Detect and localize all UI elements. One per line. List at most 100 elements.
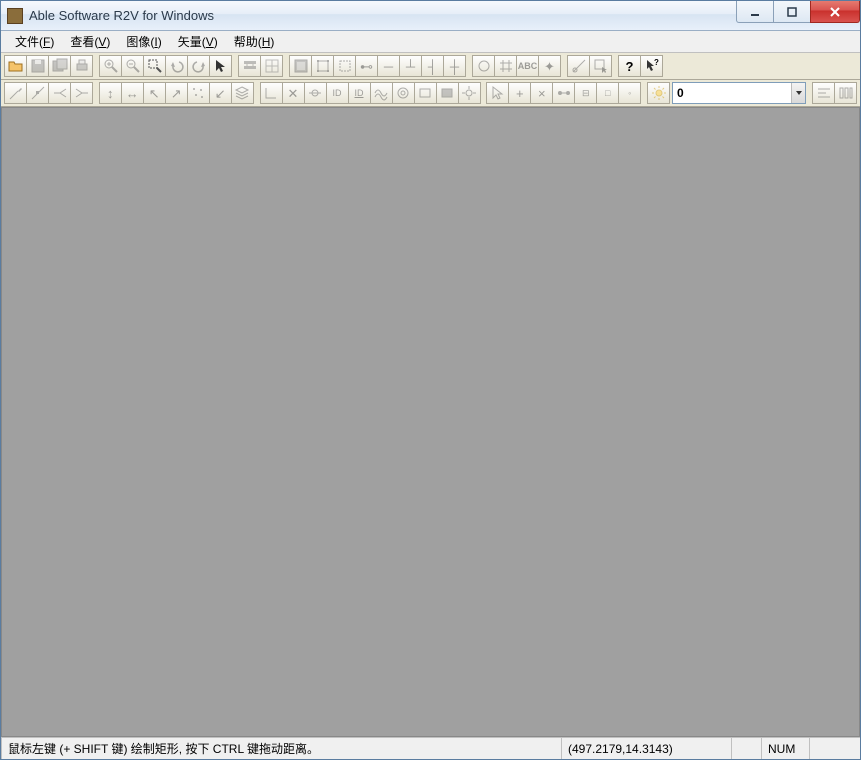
hash-icon <box>498 58 514 74</box>
menu-vector[interactable]: 矢量(V) <box>170 31 226 52</box>
circle-tool-button[interactable] <box>472 55 495 77</box>
minimize-button[interactable] <box>736 1 774 23</box>
grid-settings-button[interactable] <box>260 55 283 77</box>
node-end-button[interactable]: ┤ <box>421 55 444 77</box>
layer-panel-button[interactable] <box>289 55 312 77</box>
id2-icon: ID <box>355 89 364 98</box>
help-icon: ? <box>626 60 634 73</box>
redo-button[interactable] <box>187 55 210 77</box>
grid-tool-button[interactable] <box>494 55 517 77</box>
polyline-left-button[interactable] <box>48 82 71 104</box>
layer-combo-input[interactable] <box>673 83 791 103</box>
through-icon <box>307 85 323 101</box>
break-point-button[interactable]: ⊟ <box>574 82 597 104</box>
zoom-region-icon <box>147 58 163 74</box>
pointer-button[interactable] <box>209 55 232 77</box>
undo-button[interactable] <box>165 55 188 77</box>
contour2-button[interactable] <box>392 82 415 104</box>
zoom-out-button[interactable] <box>121 55 144 77</box>
layer-combo-dropdown[interactable] <box>791 83 805 103</box>
corner-button[interactable] <box>260 82 283 104</box>
save-button[interactable] <box>26 55 49 77</box>
polyline-right-button[interactable] <box>70 82 93 104</box>
select-rect-icon <box>593 58 609 74</box>
id-icon: ID <box>333 89 342 98</box>
rect-fill-button[interactable] <box>436 82 459 104</box>
line-edit-button[interactable] <box>26 82 49 104</box>
node-join-button[interactable]: ┴ <box>399 55 422 77</box>
layers-button[interactable] <box>231 82 254 104</box>
menu-help[interactable]: 帮助(H) <box>226 31 283 52</box>
line-edit-icon <box>30 85 46 101</box>
status-hint: 鼠标左键 (+ SHIFT 键) 绘制矩形, 按下 CTRL 键拖动距离。 <box>1 738 562 759</box>
layer-combo[interactable] <box>672 82 806 104</box>
snap-point-button[interactable]: □ <box>596 82 619 104</box>
zoom-region-button[interactable] <box>143 55 166 77</box>
arrow-upright-button[interactable]: ↗ <box>165 82 188 104</box>
measure-button[interactable] <box>567 55 590 77</box>
join-points-button[interactable] <box>552 82 575 104</box>
open-file-button[interactable] <box>4 55 27 77</box>
align-button[interactable] <box>812 82 835 104</box>
move-vertical-button[interactable]: ↕ <box>99 82 122 104</box>
workspace-canvas[interactable] <box>1 107 860 737</box>
distribute-icon <box>838 85 854 101</box>
bounds-button[interactable] <box>311 55 334 77</box>
close-button[interactable] <box>810 1 860 23</box>
redo-icon <box>191 58 207 74</box>
maximize-button[interactable] <box>773 1 811 23</box>
id-tag-button[interactable]: ID <box>326 82 349 104</box>
statusbar: 鼠标左键 (+ SHIFT 键) 绘制矩形, 按下 CTRL 键拖动距离。 (4… <box>1 737 860 759</box>
menu-image[interactable]: 图像(I) <box>118 31 169 52</box>
end-point-button[interactable]: ◦ <box>618 82 641 104</box>
layers-icon <box>293 58 309 74</box>
add-point-button[interactable]: + <box>508 82 531 104</box>
move-horizontal-button[interactable]: ↔ <box>121 82 144 104</box>
node-start-button[interactable]: ⊷ <box>355 55 378 77</box>
auto-vectorize-button[interactable] <box>238 55 261 77</box>
svg-text:?: ? <box>654 58 659 67</box>
contour-button[interactable] <box>370 82 393 104</box>
move-h-icon: ↔ <box>126 87 139 100</box>
titlebar[interactable]: Able Software R2V for Windows <box>1 1 860 31</box>
through-button[interactable] <box>304 82 327 104</box>
crop-button[interactable] <box>333 55 356 77</box>
print-button[interactable] <box>70 55 93 77</box>
cursor-button[interactable] <box>486 82 509 104</box>
arrow-upleft-button[interactable]: ↖ <box>143 82 166 104</box>
node-split-button[interactable]: ┼ <box>443 55 466 77</box>
node-join-icon: ┴ <box>406 60 415 73</box>
menu-view[interactable]: 查看(V) <box>62 31 118 52</box>
print-icon <box>74 58 90 74</box>
window-title: Able Software R2V for Windows <box>29 8 214 23</box>
text-tool-button[interactable]: ABC <box>516 55 539 77</box>
arrow-downleft-button[interactable]: ↙ <box>209 82 232 104</box>
node-mid-button[interactable]: ─ <box>377 55 400 77</box>
distribute-button[interactable] <box>834 82 857 104</box>
zoom-in-button[interactable] <box>99 55 122 77</box>
select-rect-button[interactable] <box>589 55 612 77</box>
align-icon <box>816 85 832 101</box>
scatter-button[interactable] <box>187 82 210 104</box>
rect-tool-button[interactable] <box>414 82 437 104</box>
delete-point-button[interactable]: × <box>530 82 553 104</box>
undo-icon <box>169 58 185 74</box>
id-tag2-button[interactable]: ID <box>348 82 371 104</box>
context-help-button[interactable]: ? <box>640 55 663 77</box>
cursor-icon <box>490 85 506 101</box>
arrow-ur-icon: ↗ <box>171 87 182 100</box>
pointer-icon <box>213 58 229 74</box>
status-pane-1 <box>732 738 762 759</box>
line-draw-button[interactable] <box>4 82 27 104</box>
save-project-button[interactable] <box>48 55 71 77</box>
settings-button[interactable] <box>458 82 481 104</box>
highlight-button[interactable] <box>647 82 670 104</box>
snap-point-icon: □ <box>605 89 610 98</box>
help-button[interactable]: ? <box>618 55 641 77</box>
gear-icon <box>461 85 477 101</box>
app-window: Able Software R2V for Windows 文件(F) 查看(V… <box>0 0 861 760</box>
menubar: 文件(F) 查看(V) 图像(I) 矢量(V) 帮助(H) <box>1 31 860 53</box>
cross-button[interactable]: ✕ <box>282 82 305 104</box>
menu-file[interactable]: 文件(F) <box>7 31 62 52</box>
snap-tool-button[interactable]: ✦ <box>538 55 561 77</box>
